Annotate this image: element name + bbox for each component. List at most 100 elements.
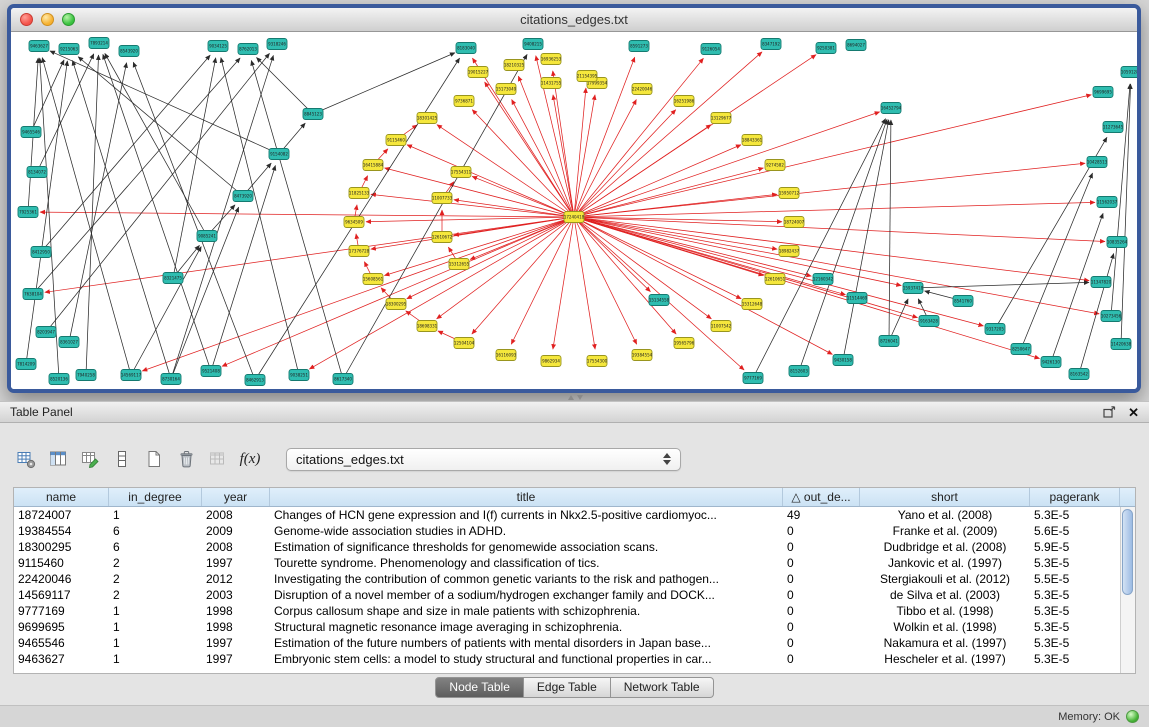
graph-node[interactable]: 8183040 [456,43,476,54]
graph-node[interactable]: 9777169 [743,373,763,384]
graph-node[interactable]: 10273456 [1101,311,1122,322]
graph-node[interactable]: 15312655 [449,259,470,270]
citation-edge-black[interactable] [843,120,889,360]
graph-node[interactable]: 17240418 [564,212,585,223]
graph-node[interactable]: 8462913 [245,375,265,386]
graph-node[interactable]: 9463627 [29,41,49,52]
graph-node[interactable]: 9426130 [1041,357,1061,368]
graph-node[interactable]: 15312648 [742,299,763,310]
graph-node[interactable]: 18300295 [386,299,407,310]
graph-node[interactable]: 19384554 [632,350,653,361]
table-row[interactable]: 946554611997Estimation of the future num… [14,635,1135,651]
table-row[interactable]: 911546021997Tourette syndrome. Phenomeno… [14,555,1135,571]
graph-node[interactable]: 18982437 [779,246,800,257]
graph-node[interactable]: 11420638 [1111,339,1132,350]
network-canvas[interactable]: 1724041818724007189824371261065115312648… [11,32,1137,389]
citation-edge-red[interactable] [384,217,574,275]
graph-node[interactable]: 8730164 [161,374,181,385]
tab-edge-table[interactable]: Edge Table [524,677,611,698]
citation-edge-red[interactable] [472,217,574,334]
graph-node[interactable]: 9318246 [267,39,287,50]
graph-node[interactable]: 14569117 [121,370,142,381]
graph-node[interactable]: 19565796 [674,338,695,349]
citation-edge-black[interactable] [50,51,279,154]
graph-node[interactable]: 19015227 [468,67,489,78]
column-header-name[interactable]: name [14,488,109,506]
graph-node[interactable]: 16936253 [541,54,562,65]
graph-node[interactable]: 9465546 [21,127,41,138]
graph-node[interactable]: 9274582 [765,160,785,171]
citation-edge-black[interactable] [86,55,99,375]
graph-node[interactable]: 11273645 [1103,122,1124,133]
graph-node[interactable]: 8250647 [1011,344,1031,355]
function-builder-icon[interactable]: f(x) [238,447,262,471]
citation-edge-red[interactable] [574,217,1040,359]
citation-edge-red[interactable] [574,217,811,276]
graph-node[interactable]: 8541760 [953,296,973,307]
graph-node[interactable]: 18843361 [742,135,763,146]
row-height-icon[interactable] [110,447,134,471]
graph-node[interactable]: 8591273 [629,41,649,52]
citation-edge-red[interactable] [574,217,637,344]
graph-node[interactable]: 8134072 [27,167,47,178]
citation-edge-red[interactable] [574,163,1085,217]
citation-edge-red[interactable] [222,217,574,366]
tab-network-table[interactable]: Network Table [611,677,714,698]
scrollbar-thumb[interactable] [1122,509,1133,595]
graph-node[interactable]: 8726041 [879,336,899,347]
graph-node[interactable]: 12504104 [454,338,475,349]
import-table-icon[interactable] [206,447,230,471]
citation-edge-black[interactable] [889,299,908,341]
create-column-icon[interactable] [142,447,166,471]
window-minimize-button[interactable] [41,13,54,26]
graph-node[interactable]: 15937418 [903,283,924,294]
column-header-in_degree[interactable]: in_degree [109,488,202,506]
graph-node[interactable]: 11562037 [1097,197,1118,208]
citation-edge-red[interactable] [485,82,574,217]
column-header-out_degree[interactable]: △ out_de... [783,488,860,506]
citation-edge-red[interactable] [518,76,574,217]
column-visibility-icon[interactable] [46,447,70,471]
graph-node[interactable]: 15950712 [779,188,800,199]
graph-node[interactable]: 10591283 [1121,67,1137,78]
graph-node[interactable]: 12610672 [432,232,453,243]
graph-node[interactable]: 11825133 [349,188,370,199]
float-panel-icon[interactable] [1103,406,1116,418]
graph-node[interactable]: 11007542 [711,321,732,332]
graph-node[interactable]: 15173049 [496,84,517,95]
graph-node[interactable]: 8152603 [789,366,809,377]
citation-edge-red[interactable] [574,217,676,334]
graph-node[interactable]: 8762013 [238,44,258,55]
graph-node[interactable]: 9115460 [386,135,406,146]
graph-node[interactable]: 8845123 [303,109,323,120]
graph-node[interactable]: 9736871 [454,96,474,107]
citation-edge-red[interactable] [574,217,711,319]
graph-node[interactable]: 9163428 [919,316,939,327]
citation-edge-red[interactable] [574,95,1091,217]
graph-node[interactable]: 7893214 [89,38,109,49]
citation-edge-red[interactable] [553,71,574,217]
table-row[interactable]: 977716911998Corpus callosum shape and si… [14,603,1135,619]
graph-node[interactable]: 7940258 [76,370,96,381]
graph-node[interactable]: 8412950 [31,247,51,258]
graph-node[interactable]: 9430158 [833,355,853,366]
graph-node[interactable]: 8347192 [761,39,781,50]
table-row[interactable]: 969969511998Structural magnetic resonanc… [14,619,1135,635]
graph-node[interactable]: 22420046 [632,84,653,95]
citation-edge-black[interactable] [221,58,299,375]
graph-node[interactable]: 8361027 [59,337,79,348]
table-row[interactable]: 946362711997Embryonic stem cells: a mode… [14,651,1135,667]
graph-node[interactable]: 8163542 [1069,369,1089,380]
graph-node[interactable]: 8321475 [163,273,183,284]
graph-node[interactable]: 16415884 [363,160,384,171]
graph-node[interactable]: 9521408 [201,366,221,377]
citation-edge-red[interactable] [454,200,574,217]
table-row[interactable]: 1830029562008Estimation of significance … [14,539,1135,555]
table-row[interactable]: 1938455462009Genome-wide association stu… [14,523,1135,539]
graph-node[interactable]: 9038251 [289,370,309,381]
graph-node[interactable]: 9408215 [523,39,543,50]
graph-node[interactable]: 17376728 [349,246,370,257]
graph-node[interactable]: 9317205 [985,324,1005,335]
close-panel-icon[interactable]: ✕ [1128,406,1139,419]
table-mode-icon[interactable] [14,447,38,471]
